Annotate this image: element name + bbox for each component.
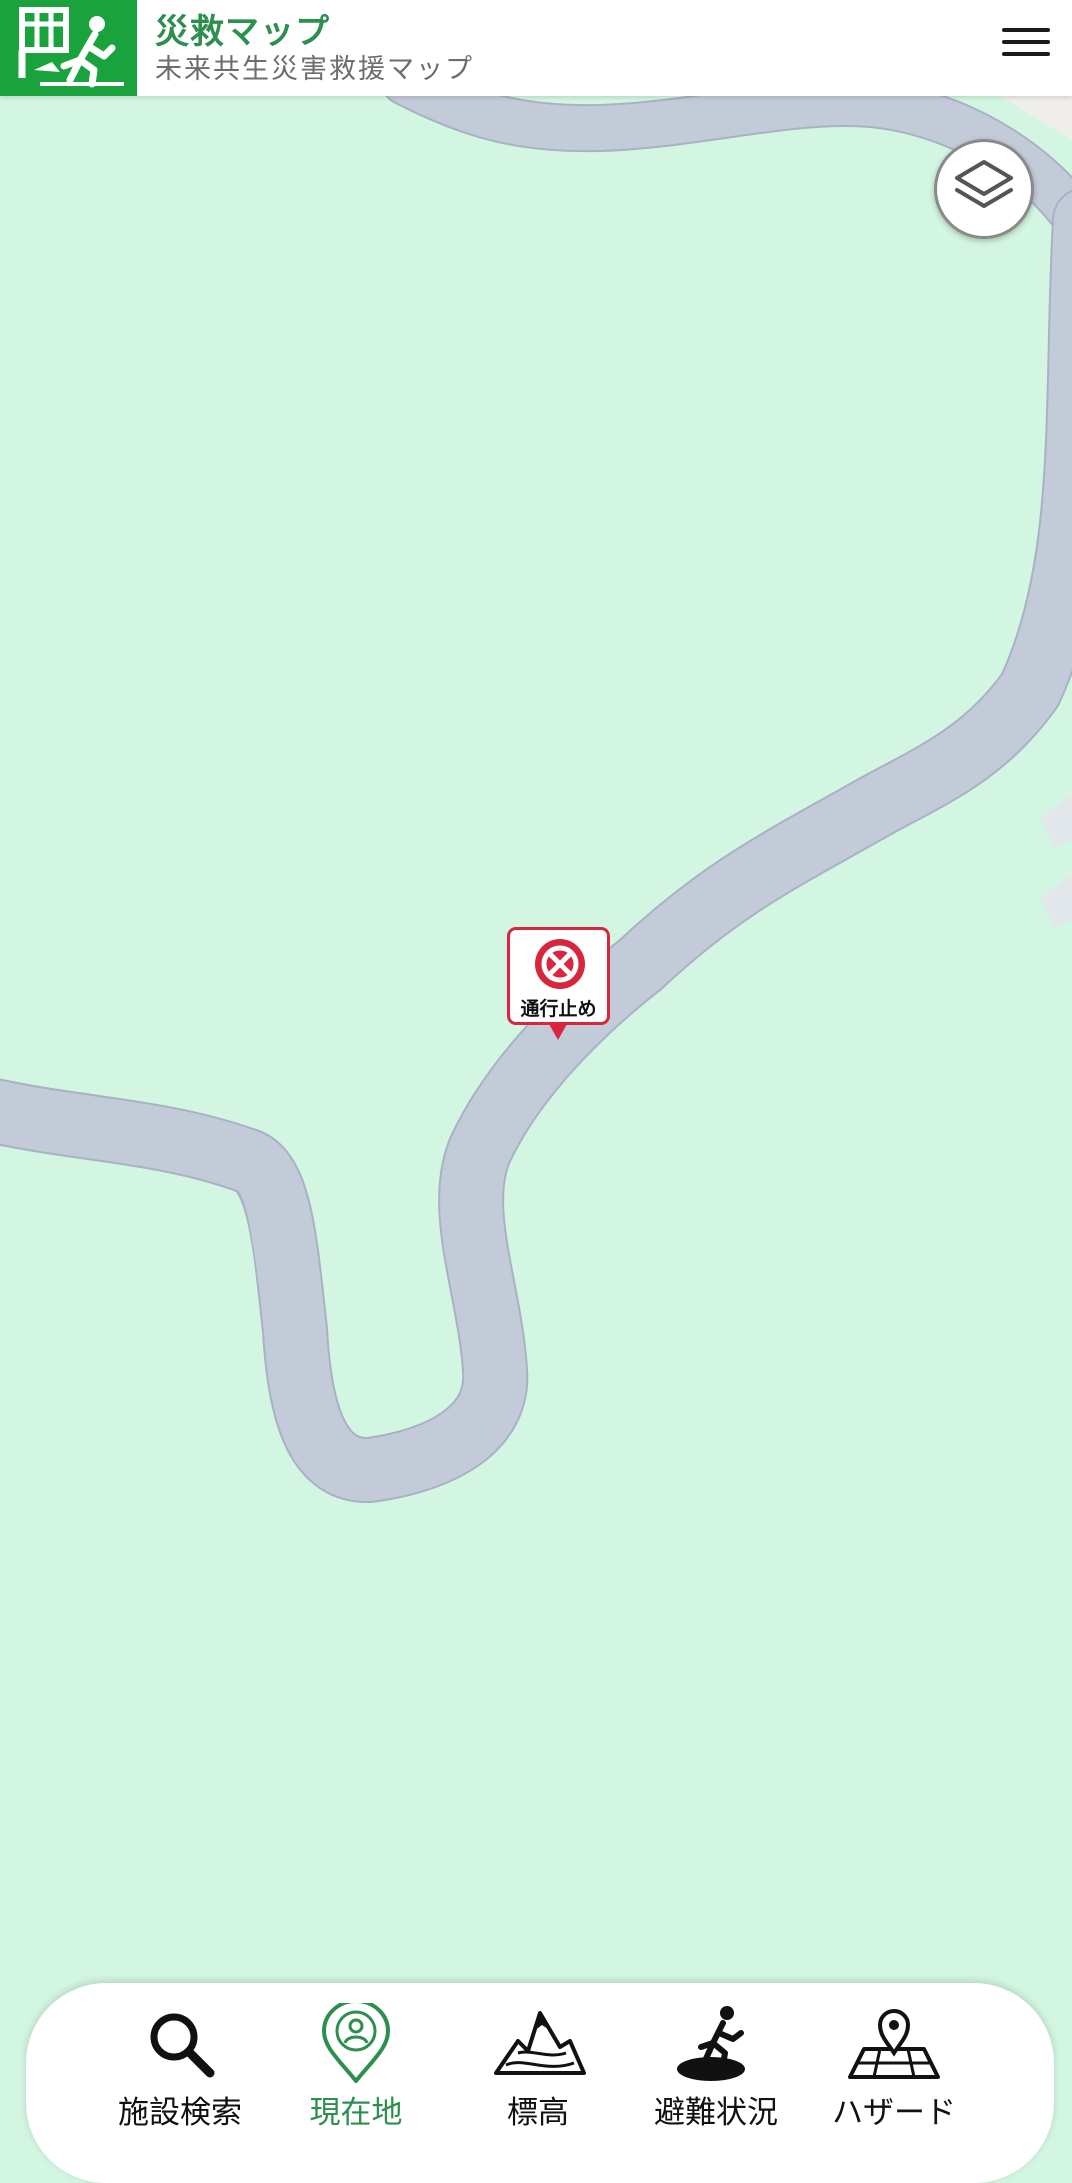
nav-hazard[interactable]: ハザード <box>804 2003 984 2133</box>
nav-label: 施設検索 <box>118 2095 242 2131</box>
bottom-navigation: 施設検索 現在地 標高 避難状況 ハザード <box>26 1983 1054 2183</box>
evacuation-runner-icon <box>677 2006 745 2081</box>
map-view[interactable] <box>0 0 1072 2150</box>
nav-label: 標高 <box>507 2095 569 2131</box>
mountain-icon <box>494 2011 586 2075</box>
app-logo[interactable] <box>0 0 137 96</box>
nav-current-location[interactable]: 現在地 <box>266 2003 446 2133</box>
hamburger-menu-icon[interactable] <box>998 20 1054 68</box>
evacuation-logo-icon <box>18 7 124 88</box>
search-icon <box>150 2013 215 2078</box>
location-pin-icon <box>321 2003 391 2083</box>
nav-label: 現在地 <box>309 2095 403 2131</box>
nav-label: 避難状況 <box>654 2095 778 2131</box>
road-closed-marker[interactable]: 通行止め <box>507 927 610 1041</box>
app-title: 災救マップ <box>155 12 330 52</box>
app-subtitle: 未来共生災害救援マップ <box>155 54 474 85</box>
nav-elevation[interactable]: 標高 <box>448 2003 628 2133</box>
nav-facility-search[interactable]: 施設検索 <box>90 2003 270 2133</box>
marker-label: 通行止め <box>520 998 597 1020</box>
marker-pointer <box>549 1024 567 1040</box>
marker-box: 通行止め <box>507 927 610 1025</box>
nav-evacuation-status[interactable]: 避難状況 <box>626 2003 806 2133</box>
layer-toggle-button[interactable] <box>934 139 1034 239</box>
layers-icon <box>955 160 1013 208</box>
nav-label: ハザード <box>832 2095 956 2131</box>
app-header: 災救マップ 未来共生災害救援マップ <box>0 0 1072 96</box>
hazard-map-icon <box>848 2009 940 2079</box>
road-closed-icon <box>535 939 585 989</box>
